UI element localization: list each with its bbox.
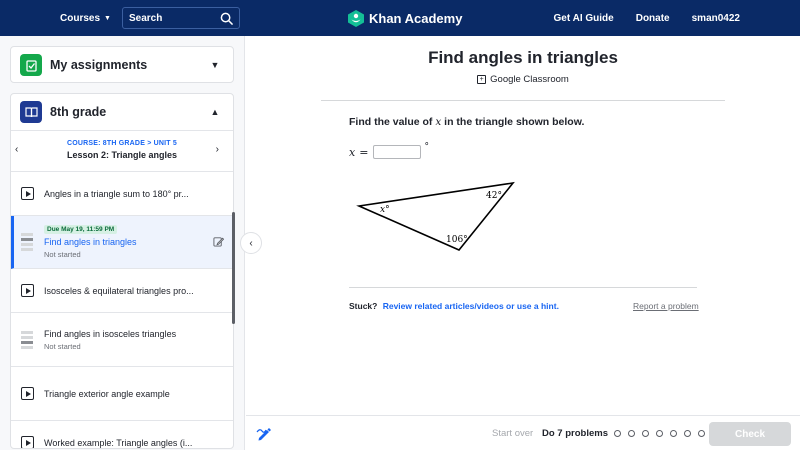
item-title: Find angles in triangles [44,237,137,247]
lesson-navigator: ‹ COURSE: 8TH GRADE > UNIT 5 Lesson 2: T… [11,130,233,172]
answer-input[interactable] [373,145,422,159]
stuck-label: Stuck? [349,301,378,311]
top-nav-bar: Courses ▼ Khan Academy Get AI Guide Dona… [0,0,800,36]
exercise-panel: Find angles in triangles + Google Classr… [246,36,800,416]
course-card: 8th grade ▲ ‹ COURSE: 8TH GRADE > UNIT 5… [10,93,234,449]
play-icon [21,387,34,400]
user-menu[interactable]: sman0422 [692,13,740,24]
progress-dot [642,430,649,437]
progress-dot [698,430,705,437]
khan-academy-logo[interactable]: Khan Academy [348,0,462,36]
khan-academy-logo-icon [348,9,364,27]
do-problems-label: Do 7 problems [542,428,608,439]
page-title: Find angles in triangles [428,48,618,67]
item-title: Isosceles & equilateral triangles pro... [44,285,194,296]
progress-dot [628,430,635,437]
bottom-bar: Start over Do 7 problems Check [246,415,800,450]
search-input[interactable] [129,12,219,24]
start-over-button[interactable]: Start over [492,428,533,439]
due-date-badge: Due May 19, 11:59 PM [44,225,118,234]
list-item-exercise-active[interactable]: Due May 19, 11:59 PM Find angles in tria… [11,216,233,269]
sidebar: My assignments ▼ 8th grade ▲ ‹ COURSE: 8… [0,36,245,450]
list-item-video[interactable]: Isosceles & equilateral triangles pro... [11,269,233,313]
exercise-progress-icon [21,330,33,349]
search-icon[interactable] [220,12,233,25]
item-status: Not started [44,341,81,351]
search-box[interactable] [122,7,240,29]
google-classroom-icon: + [477,75,487,84]
item-title: Find angles in isosceles triangles [44,328,177,339]
progress-dot [614,430,621,437]
course-breadcrumb[interactable]: COURSE: 8TH GRADE > UNIT 5 [11,140,233,147]
my-assignments-header[interactable]: My assignments ▼ [11,47,233,83]
edit-assignment-icon[interactable] [213,236,224,247]
question-prefix: Find the value of [349,116,436,128]
lesson-item-list: Angles in a triangle sum to 180° pr... D… [11,172,233,448]
progress-dot [670,430,677,437]
divider [349,287,697,288]
list-item-exercise[interactable]: Find angles in isosceles triangles Not s… [11,313,233,367]
question-text: Find the value of x in the triangle show… [349,116,584,128]
item-title: Triangle exterior angle example [44,388,170,399]
problem-progress-dots [614,430,705,437]
grade-title: 8th grade [50,105,107,119]
nav-right: Get AI Guide Donate sman0422 [554,0,740,36]
item-status: Not started [44,250,81,259]
play-icon [21,187,34,200]
next-lesson-arrow-icon[interactable]: › [216,144,219,155]
play-icon [21,284,34,297]
angle-label-x: x° [380,205,390,215]
equals-sign: = [359,145,369,159]
courses-menu[interactable]: Courses ▼ [60,0,111,36]
chevron-up-icon[interactable]: ▲ [205,107,225,117]
hint-link[interactable]: Review related articles/videos or use a … [383,301,559,311]
previous-lesson-arrow-icon[interactable]: ‹ [15,144,18,155]
answer-variable: x [349,145,356,159]
grade-header[interactable]: 8th grade ▲ [11,94,233,130]
triangle-diagram: x° 42° 106° [356,181,515,251]
play-icon [21,436,34,448]
sidebar-scrollbar[interactable] [232,212,235,324]
scratchpad-pencil-icon[interactable] [256,425,272,441]
grade-badge [20,101,42,123]
chevron-down-icon: ▼ [104,14,111,22]
list-item-video[interactable]: Worked example: Triangle angles (i... [11,421,233,448]
book-icon [24,106,38,117]
degree-symbol: ° [424,142,429,152]
chevron-down-icon[interactable]: ▼ [205,60,225,70]
item-title: Angles in a triangle sum to 180° pr... [44,188,189,199]
answer-row: x = ° [349,142,429,159]
item-title: Worked example: Triangle angles (i... [44,437,193,448]
get-ai-guide-link[interactable]: Get AI Guide [554,13,614,24]
check-button[interactable]: Check [709,422,791,446]
question-suffix: in the triangle shown below. [441,116,585,128]
logo-text: Khan Academy [369,10,463,26]
lesson-name: Lesson 2: Triangle angles [66,150,178,160]
clipboard-icon [25,59,37,72]
exercise-progress-icon [21,233,33,251]
assignments-badge [20,54,42,76]
progress-dot [684,430,691,437]
courses-label: Courses [60,12,101,24]
stuck-row: Stuck? Review related articles/videos or… [349,301,559,311]
divider [321,100,725,101]
list-item-video[interactable]: Triangle exterior angle example [11,367,233,421]
my-assignments-title: My assignments [50,58,148,72]
progress-dot [656,430,663,437]
google-classroom-link[interactable]: + Google Classroom [246,74,800,85]
donate-link[interactable]: Donate [636,13,670,24]
angle-label-top: 42° [486,191,502,201]
angle-label-bottom: 106° [446,235,468,245]
report-problem-link[interactable]: Report a problem [633,301,699,311]
my-assignments-card: My assignments ▼ [10,46,234,83]
google-classroom-label: Google Classroom [490,74,569,85]
list-item-video[interactable]: Angles in a triangle sum to 180° pr... [11,172,233,216]
